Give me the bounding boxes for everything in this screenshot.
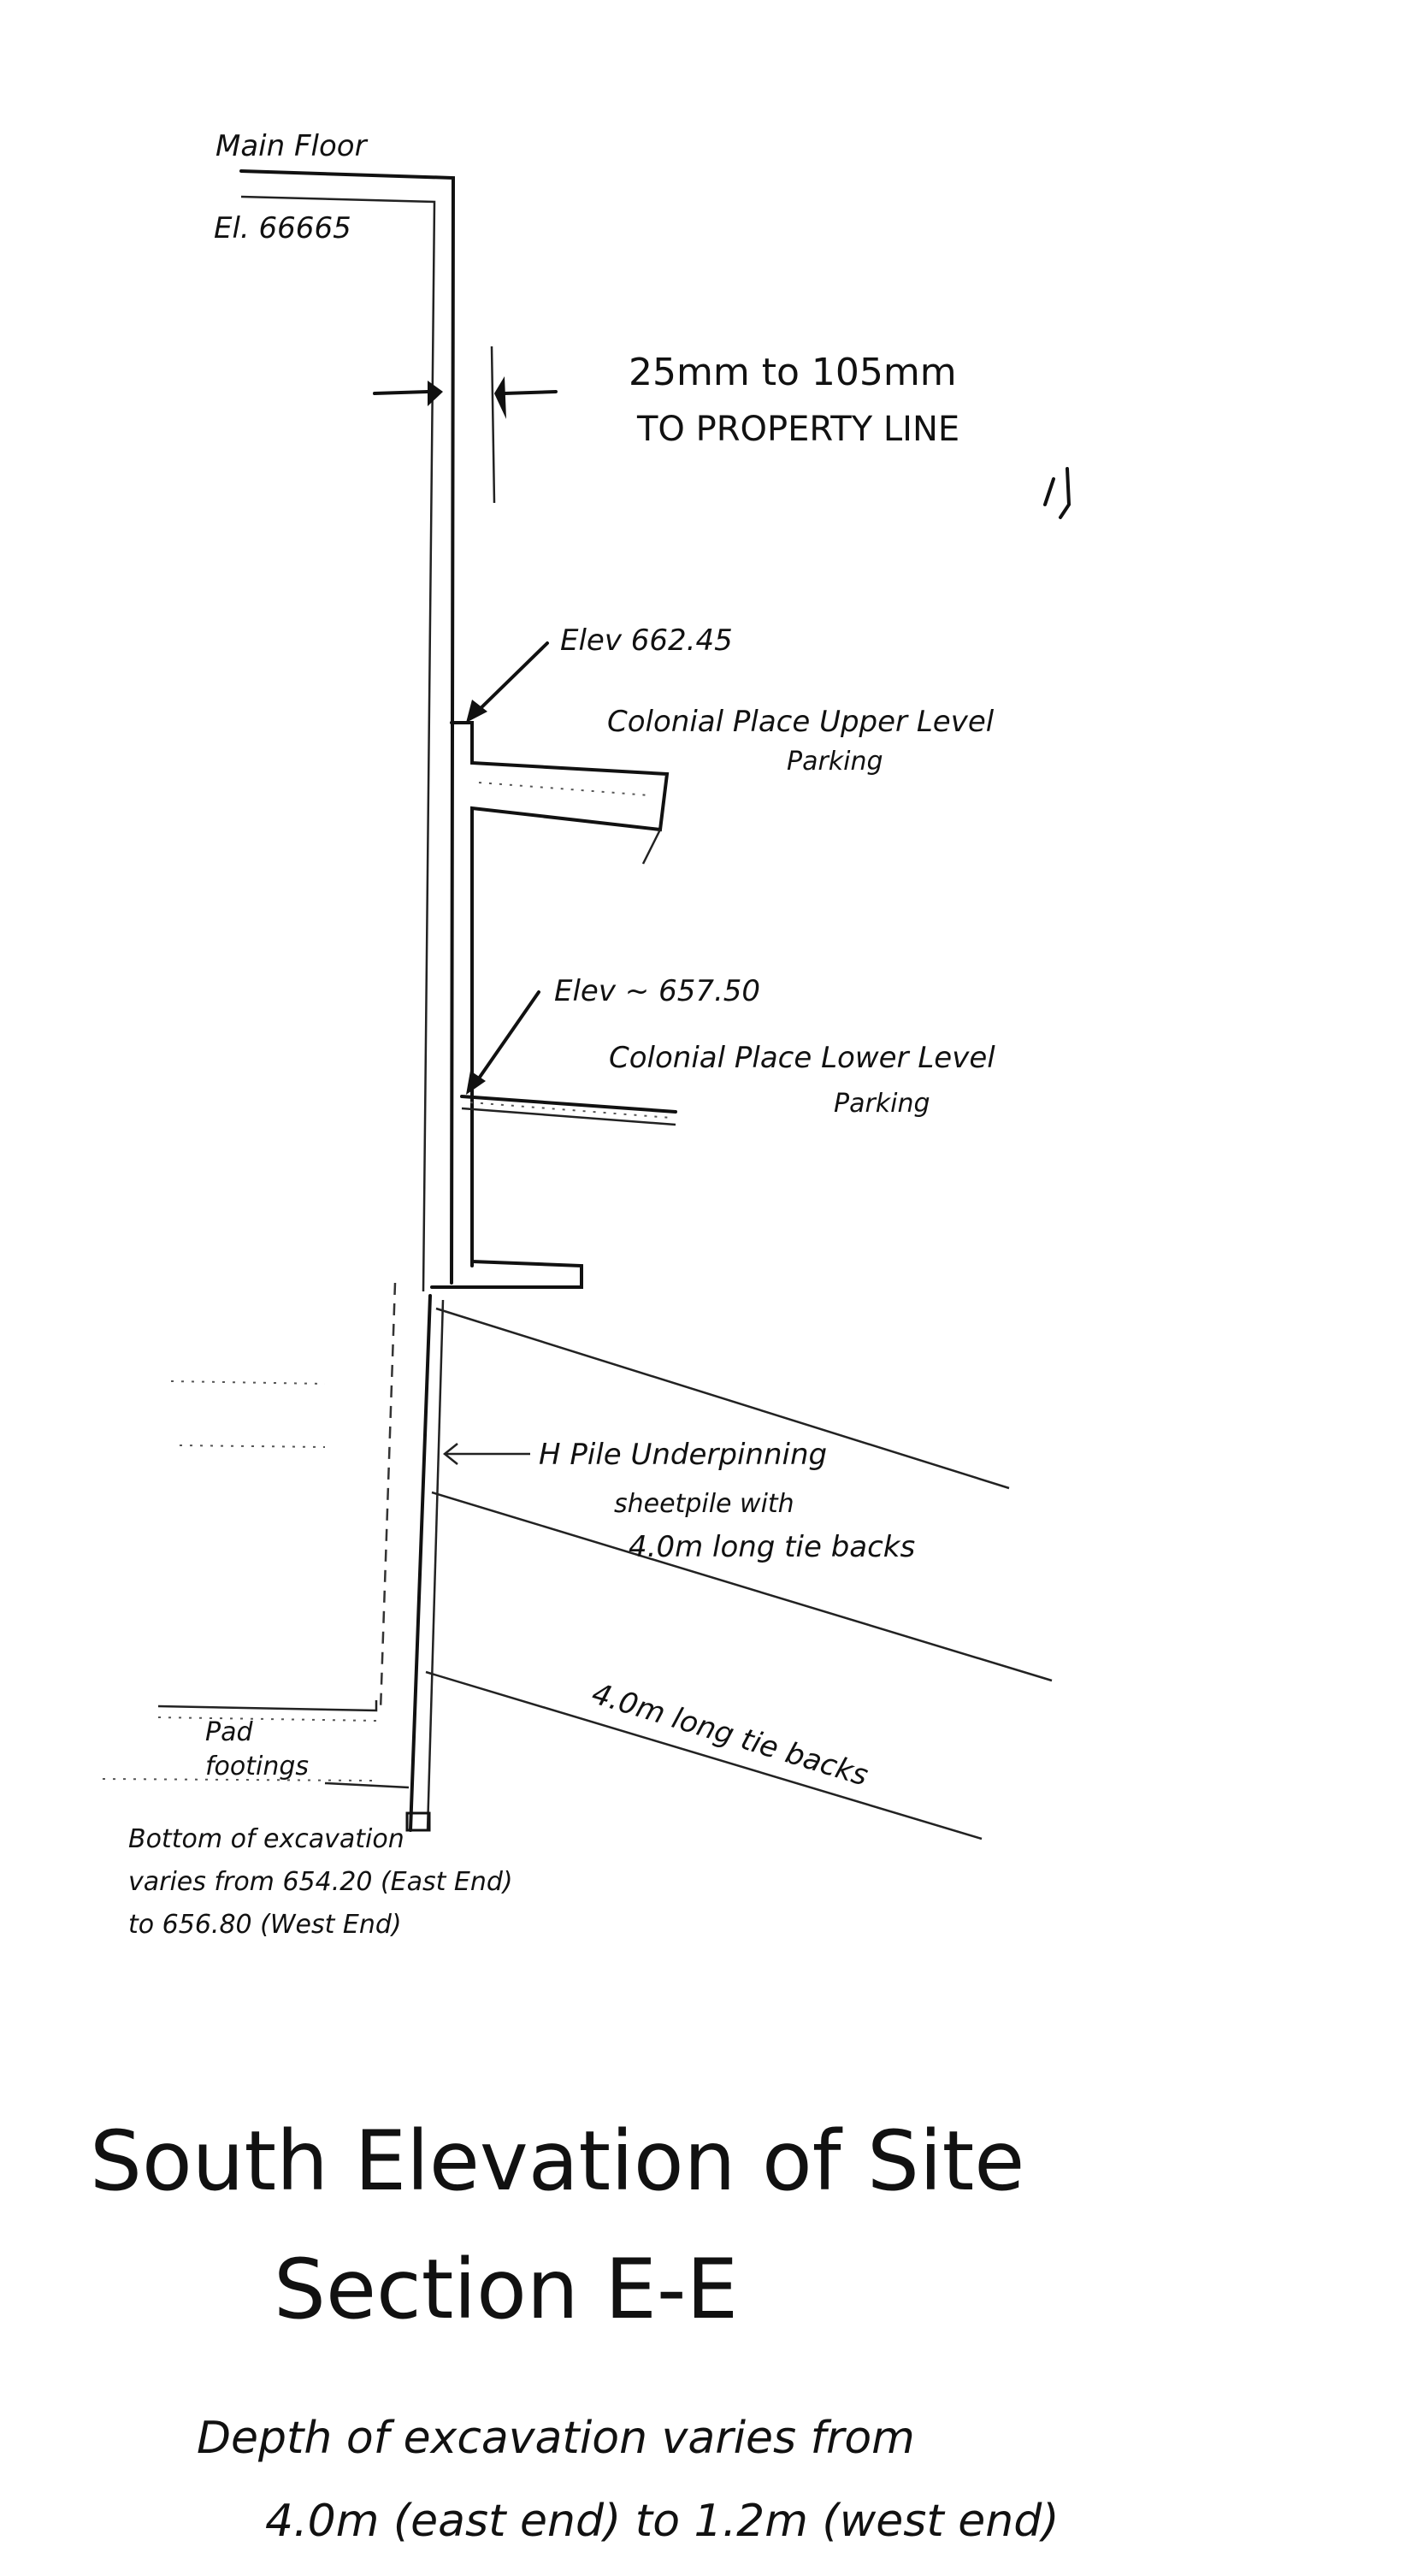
upper-slab-hatch bbox=[478, 782, 651, 796]
arrow-left-icon bbox=[494, 376, 506, 419]
dimension-arrow-left-line bbox=[373, 390, 429, 395]
wall-footing bbox=[430, 1260, 583, 1289]
bottom-label-line1: Bottom of excavation bbox=[128, 1824, 404, 1854]
main-floor-elevation: El. 66665 bbox=[214, 211, 351, 245]
pile-left-line bbox=[409, 1294, 432, 1832]
excavation-note-line2: 4.0m (east end) to 1.2m (west end) bbox=[265, 2496, 1059, 2547]
clearance-text-line1: 25mm to 105mm bbox=[629, 351, 957, 394]
bottom-label-line3: to 656.80 (West End) bbox=[128, 1910, 402, 1940]
existing-grade-mark-2 bbox=[179, 1445, 326, 1448]
section-title: Section E-E bbox=[274, 2242, 738, 2337]
upper-elevation-label: Elev 662.45 bbox=[560, 623, 733, 658]
building-wall bbox=[239, 169, 456, 1292]
section-drawing: Main Floor El. 66665 25mm to 105mm TO PR… bbox=[90, 129, 1072, 2547]
excavation-note-line1: Depth of excavation varies from bbox=[197, 2413, 915, 2464]
property-line-tick bbox=[490, 346, 496, 504]
clearance-text-line2: TO PROPERTY LINE bbox=[636, 410, 959, 449]
lower-slab-top bbox=[460, 1095, 677, 1114]
pile-label-line2: sheetpile with bbox=[614, 1489, 794, 1519]
pile-right-line bbox=[426, 1299, 445, 1831]
checkmark-icon bbox=[1043, 467, 1072, 519]
pad-footing-line bbox=[157, 1700, 378, 1712]
upper-slab-break bbox=[641, 829, 662, 865]
lower-elevation-label: Elev ~ 657.50 bbox=[554, 974, 760, 1008]
pad-footing-underline bbox=[157, 1716, 377, 1722]
existing-foundation-line bbox=[379, 1282, 397, 1711]
bottom-label-line2: varies from 654.20 (East End) bbox=[128, 1867, 513, 1897]
lower-parking-label-line2: Parking bbox=[834, 1089, 930, 1119]
main-floor-label: Main Floor bbox=[215, 129, 369, 163]
tieback-line-2 bbox=[431, 1491, 1053, 1682]
arrow-right-icon bbox=[428, 381, 443, 406]
pad-label-leader bbox=[324, 1781, 410, 1789]
dimension-arrow-right-line bbox=[503, 390, 558, 395]
upper-parking-label-line2: Parking bbox=[787, 747, 883, 777]
existing-grade-mark-1 bbox=[170, 1380, 326, 1385]
lower-parking-label-line1: Colonial Place Lower Level bbox=[609, 1041, 995, 1075]
pile-label-line1: H Pile Underpinning bbox=[539, 1438, 827, 1472]
lower-elevation-leader bbox=[473, 990, 540, 1086]
tieback-label: 4.0m long tie backs bbox=[587, 1676, 871, 1793]
tie-backs bbox=[425, 1307, 1053, 1840]
wall-outer-line bbox=[239, 169, 456, 1285]
pad-label-line2: footings bbox=[205, 1752, 309, 1781]
pile-label-line3: 4.0m long tie backs bbox=[629, 1530, 915, 1564]
wall-inner-line bbox=[240, 195, 436, 1292]
upper-parking-label-line1: Colonial Place Upper Level bbox=[607, 705, 995, 739]
h-pile bbox=[405, 1294, 445, 1832]
lower-parking-slab bbox=[460, 1095, 677, 1126]
tieback-line-3 bbox=[425, 1670, 983, 1840]
drawing-title: South Elevation of Site bbox=[90, 2113, 1024, 2209]
pad-label-line1: Pad bbox=[205, 1717, 253, 1747]
clearance-dimension bbox=[373, 346, 558, 504]
upper-elevation-leader bbox=[473, 641, 549, 716]
